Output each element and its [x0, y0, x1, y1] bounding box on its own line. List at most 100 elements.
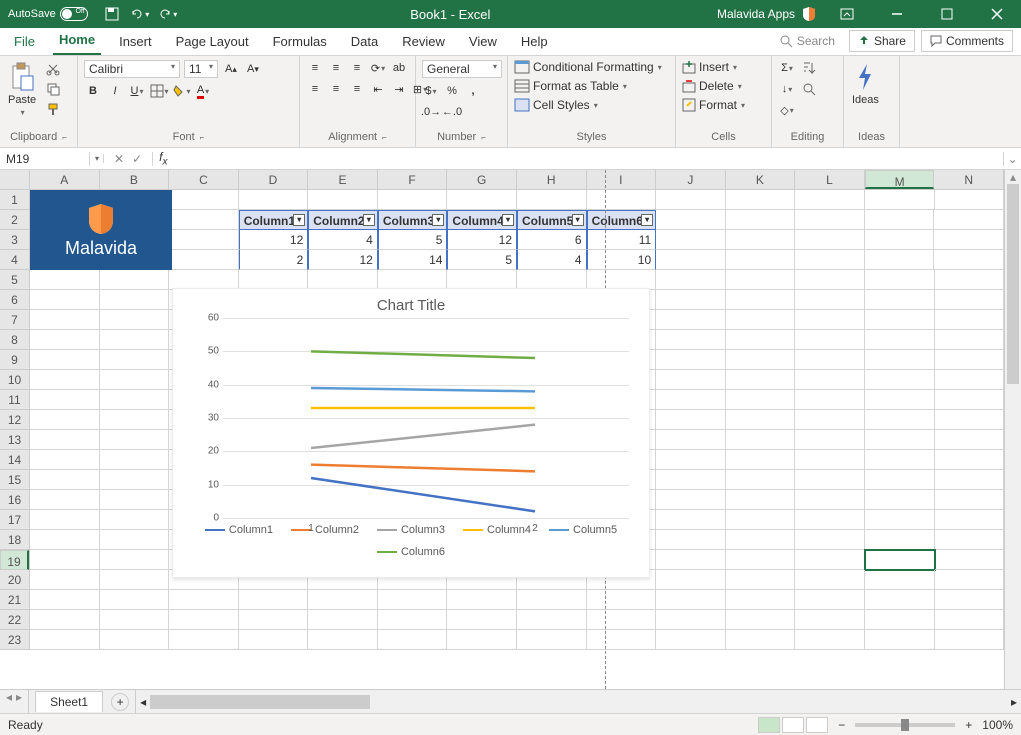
autosum-icon[interactable]: Σ▾: [778, 60, 796, 76]
cell[interactable]: [239, 270, 309, 290]
row-header-23[interactable]: 23: [0, 630, 29, 650]
col-header-A[interactable]: A: [30, 170, 100, 189]
cell[interactable]: [100, 370, 170, 390]
cell[interactable]: Column1▾: [239, 210, 309, 230]
row-header-2[interactable]: 2: [0, 210, 29, 230]
cell[interactable]: [100, 290, 170, 310]
ideas-button[interactable]: Ideas: [850, 60, 881, 108]
cell[interactable]: [865, 530, 935, 550]
cell[interactable]: [656, 410, 726, 430]
format-painter-icon[interactable]: [42, 100, 64, 118]
sheet-tab[interactable]: Sheet1: [35, 691, 103, 712]
cell[interactable]: 4: [308, 230, 378, 250]
align-left-icon[interactable]: ≡: [306, 81, 324, 97]
cell[interactable]: [726, 470, 796, 490]
cell[interactable]: [169, 250, 239, 270]
cell[interactable]: [517, 190, 587, 210]
cell[interactable]: [726, 510, 796, 530]
cell[interactable]: [100, 390, 170, 410]
horizontal-scrollbar[interactable]: ◂▸: [135, 690, 1021, 713]
col-header-G[interactable]: G: [447, 170, 517, 189]
cell[interactable]: [865, 570, 935, 590]
cell[interactable]: [169, 610, 239, 630]
cut-icon[interactable]: [42, 60, 64, 78]
cell[interactable]: [935, 390, 1005, 410]
row-header-19[interactable]: 19: [0, 550, 29, 570]
cell[interactable]: [726, 630, 796, 650]
cell[interactable]: [30, 370, 100, 390]
cell[interactable]: [795, 510, 865, 530]
cell[interactable]: [795, 270, 865, 290]
enter-formula-icon[interactable]: ✓: [132, 152, 142, 166]
cell[interactable]: [30, 570, 100, 590]
tab-view[interactable]: View: [463, 28, 503, 55]
row-header-15[interactable]: 15: [0, 470, 29, 490]
cell[interactable]: 5: [447, 250, 517, 270]
tab-review[interactable]: Review: [396, 28, 451, 55]
cell[interactable]: [865, 250, 935, 270]
cell[interactable]: [726, 410, 796, 430]
minimize-icon[interactable]: [877, 0, 917, 28]
tab-insert[interactable]: Insert: [113, 28, 158, 55]
cell[interactable]: [30, 610, 100, 630]
cell[interactable]: [865, 610, 935, 630]
undo-icon[interactable]: ▾: [132, 6, 148, 22]
cell[interactable]: [865, 290, 935, 310]
cell[interactable]: [239, 610, 309, 630]
cell[interactable]: [30, 410, 100, 430]
cell[interactable]: [100, 470, 170, 490]
tab-file[interactable]: File: [8, 28, 41, 55]
cell[interactable]: [865, 270, 935, 290]
cell[interactable]: [30, 550, 100, 570]
col-header-B[interactable]: B: [100, 170, 170, 189]
cell[interactable]: [169, 630, 239, 650]
cell[interactable]: [865, 550, 935, 570]
decrease-decimal-icon[interactable]: ←.0: [443, 104, 461, 120]
format-as-table-button[interactable]: Format as Table▾: [514, 79, 627, 93]
cell[interactable]: [726, 310, 796, 330]
chart-object[interactable]: Chart Title 010203040506012 Column1Colum…: [172, 288, 650, 578]
cell[interactable]: 4: [517, 250, 587, 270]
cell[interactable]: [795, 470, 865, 490]
cell[interactable]: [935, 190, 1005, 210]
cell[interactable]: [239, 190, 309, 210]
cell[interactable]: [656, 610, 726, 630]
row-header-21[interactable]: 21: [0, 590, 29, 610]
col-header-K[interactable]: K: [726, 170, 796, 189]
font-color-button[interactable]: A▾: [194, 83, 212, 99]
cell[interactable]: [100, 430, 170, 450]
cell[interactable]: [795, 430, 865, 450]
col-header-C[interactable]: C: [169, 170, 239, 189]
cell[interactable]: [517, 270, 587, 290]
vertical-scrollbar[interactable]: ▴: [1004, 170, 1021, 689]
cell[interactable]: [656, 350, 726, 370]
cell[interactable]: [656, 310, 726, 330]
tab-home[interactable]: Home: [53, 26, 101, 55]
cell[interactable]: 12: [239, 230, 309, 250]
save-icon[interactable]: [104, 6, 120, 22]
cell[interactable]: 2: [239, 250, 309, 270]
filter-button[interactable]: ▾: [293, 214, 305, 226]
cell[interactable]: [30, 530, 100, 550]
cell[interactable]: [795, 310, 865, 330]
cell[interactable]: [656, 290, 726, 310]
fill-color-button[interactable]: ▾: [172, 83, 190, 99]
clear-icon[interactable]: ◇▾: [778, 102, 796, 118]
col-header-E[interactable]: E: [308, 170, 378, 189]
filter-button[interactable]: ▾: [363, 214, 375, 226]
cell[interactable]: [169, 270, 239, 290]
delete-cells-button[interactable]: Delete▾: [682, 79, 742, 93]
cell[interactable]: [587, 590, 657, 610]
copy-icon[interactable]: [42, 80, 64, 98]
cell[interactable]: [447, 190, 517, 210]
row-header-6[interactable]: 6: [0, 290, 29, 310]
conditional-formatting-button[interactable]: Conditional Formatting▾: [514, 60, 662, 74]
cell[interactable]: [935, 610, 1005, 630]
cell[interactable]: [726, 390, 796, 410]
cell[interactable]: [30, 450, 100, 470]
paste-button[interactable]: Paste▾: [6, 60, 38, 119]
cell[interactable]: [308, 630, 378, 650]
cell[interactable]: [656, 590, 726, 610]
cell[interactable]: [935, 370, 1005, 390]
cell[interactable]: [795, 410, 865, 430]
